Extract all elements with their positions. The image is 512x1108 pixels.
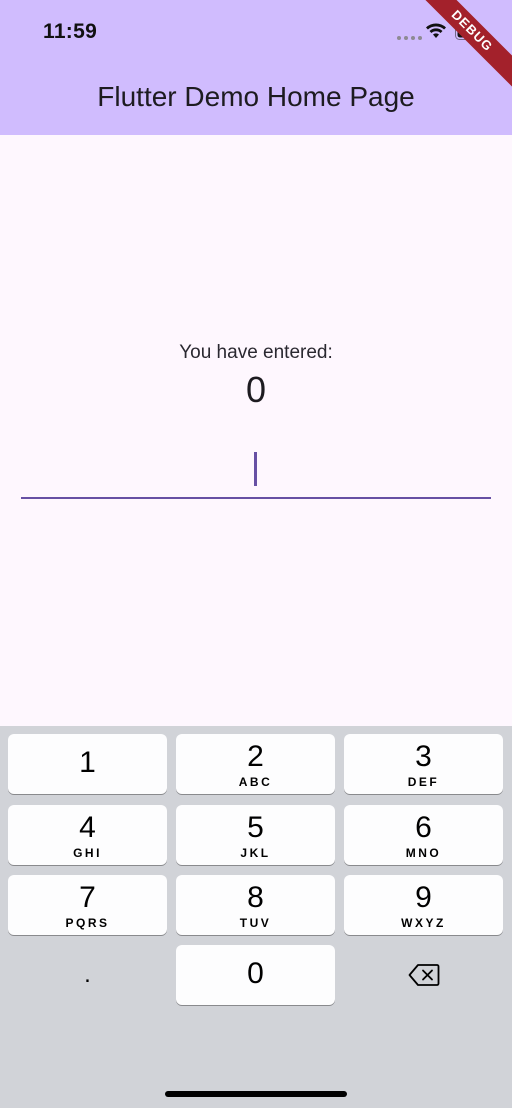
cellular-signal-icon: [397, 36, 422, 40]
entered-label: You have entered:: [179, 342, 333, 363]
numeric-keyboard: 1 2 ABC 3 DEF 4 GHI 5 JKL 6 MNO 7 PQRS 8…: [0, 726, 512, 1108]
key-letters: DEF: [407, 775, 440, 789]
backspace-key[interactable]: [344, 945, 503, 1005]
key-letters: GHI: [73, 846, 102, 860]
key-9[interactable]: 9 WXYZ: [344, 875, 503, 935]
key-8[interactable]: 8 TUV: [176, 875, 335, 935]
key-letters: JKL: [240, 846, 271, 860]
status-time: 11:59: [43, 20, 98, 43]
decimal-key[interactable]: .: [8, 945, 167, 1005]
backspace-icon: [408, 964, 439, 986]
key-6[interactable]: 6 MNO: [344, 805, 503, 865]
app-bar: Flutter Demo Home Page: [0, 64, 512, 135]
key-digit: 2: [247, 740, 264, 773]
key-letters: PQRS: [65, 916, 110, 930]
key-digit: 9: [415, 881, 432, 914]
key-digit: 5: [247, 811, 264, 844]
key-letters: TUV: [239, 916, 272, 930]
key-7[interactable]: 7 PQRS: [8, 875, 167, 935]
key-letters: MNO: [405, 846, 442, 860]
page-title: Flutter Demo Home Page: [97, 81, 415, 112]
key-digit: 6: [415, 811, 432, 844]
key-letters: WXYZ: [401, 916, 446, 930]
key-digit: 3: [415, 740, 432, 773]
key-1[interactable]: 1: [8, 734, 167, 794]
key-digit: 4: [79, 811, 96, 844]
key-2[interactable]: 2 ABC: [176, 734, 335, 794]
home-indicator[interactable]: [165, 1091, 347, 1097]
key-digit: 0: [247, 957, 264, 990]
key-digit: 7: [79, 881, 96, 914]
entered-value: 0: [245, 369, 267, 410]
wifi-icon: [426, 23, 446, 38]
key-0[interactable]: 0: [176, 945, 335, 1005]
key-digit: 8: [247, 881, 264, 914]
key-4[interactable]: 4 GHI: [8, 805, 167, 865]
text-cursor: [254, 452, 257, 486]
key-3[interactable]: 3 DEF: [344, 734, 503, 794]
key-digit: 1: [79, 746, 96, 779]
key-5[interactable]: 5 JKL: [176, 805, 335, 865]
main-content: You have entered: 0: [0, 135, 512, 726]
number-input-field[interactable]: [21, 447, 491, 499]
key-letters: ABC: [238, 775, 273, 789]
